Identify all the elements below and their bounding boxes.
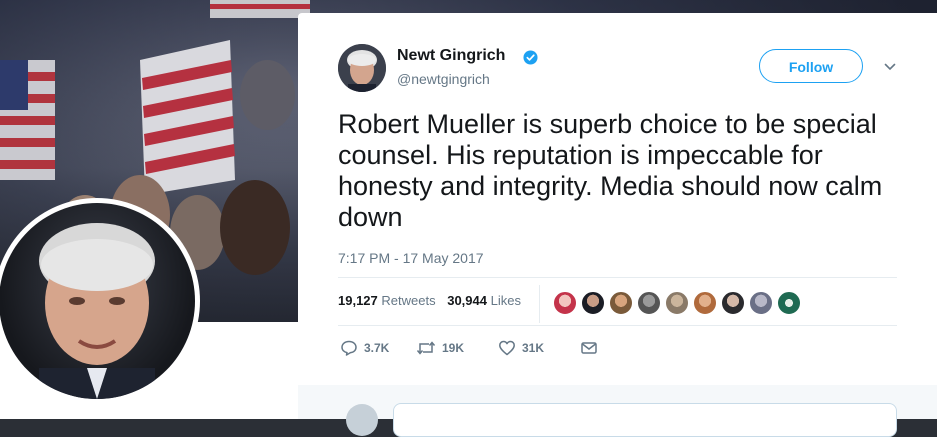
liker-avatar[interactable] bbox=[721, 291, 745, 315]
likes-label: Likes bbox=[490, 293, 521, 308]
flag-top-image bbox=[210, 0, 310, 18]
reply-input[interactable] bbox=[393, 403, 897, 437]
like-action-count: 31K bbox=[522, 341, 545, 355]
liker-avatar[interactable] bbox=[665, 291, 689, 315]
portrait-image bbox=[39, 223, 155, 399]
liker-avatar[interactable] bbox=[609, 291, 633, 315]
crowd-figure bbox=[240, 60, 295, 130]
retweets-stat[interactable]: 19,127 Retweets bbox=[338, 293, 436, 308]
author-portrait-image bbox=[338, 44, 386, 92]
retweet-icon bbox=[416, 341, 436, 355]
stats-divider bbox=[539, 285, 540, 323]
retweets-count: 19,127 bbox=[338, 293, 378, 308]
flag-left-image bbox=[0, 60, 55, 180]
envelope-icon bbox=[581, 342, 597, 354]
liker-avatar[interactable] bbox=[777, 291, 801, 315]
liker-avatar[interactable] bbox=[749, 291, 773, 315]
crowd-figure bbox=[220, 180, 290, 275]
liker-avatar[interactable] bbox=[581, 291, 605, 315]
heart-icon bbox=[499, 340, 515, 356]
like-button[interactable]: 31K bbox=[498, 339, 544, 357]
liker-avatar[interactable] bbox=[637, 291, 661, 315]
direct-message-button[interactable] bbox=[580, 339, 604, 357]
profile-avatar[interactable] bbox=[0, 198, 200, 404]
verified-badge-icon bbox=[523, 50, 538, 65]
reply-icon bbox=[341, 340, 357, 356]
chevron-down-icon[interactable] bbox=[883, 60, 897, 74]
retweet-button[interactable]: 19K bbox=[416, 339, 464, 357]
retweets-label: Retweets bbox=[381, 293, 436, 308]
tweet-timestamp[interactable]: 7:17 PM - 17 May 2017 bbox=[338, 250, 484, 266]
reply-count: 3.7K bbox=[364, 341, 390, 355]
engagement-stats: 19,127 Retweets 30,944 Likes bbox=[338, 293, 529, 308]
author-name[interactable]: Newt Gingrich bbox=[397, 47, 505, 65]
author-handle[interactable]: @newtgingrich bbox=[397, 71, 490, 87]
tweet-text: Robert Mueller is superb choice to be sp… bbox=[338, 109, 883, 232]
likes-stat[interactable]: 30,944 Likes bbox=[447, 293, 521, 308]
reply-button[interactable]: 3.7K bbox=[340, 339, 389, 357]
retweet-action-count: 19K bbox=[442, 341, 465, 355]
current-user-avatar bbox=[346, 404, 378, 436]
tweet-card: Newt Gingrich @newtgingrich Follow Rober… bbox=[298, 13, 937, 437]
divider bbox=[338, 325, 897, 326]
divider bbox=[338, 277, 897, 278]
liker-avatar[interactable] bbox=[553, 291, 577, 315]
author-avatar[interactable] bbox=[338, 44, 386, 92]
liker-avatar[interactable] bbox=[693, 291, 717, 315]
likes-count: 30,944 bbox=[447, 293, 487, 308]
follow-button[interactable]: Follow bbox=[759, 49, 863, 83]
reply-composer-area bbox=[298, 385, 937, 437]
